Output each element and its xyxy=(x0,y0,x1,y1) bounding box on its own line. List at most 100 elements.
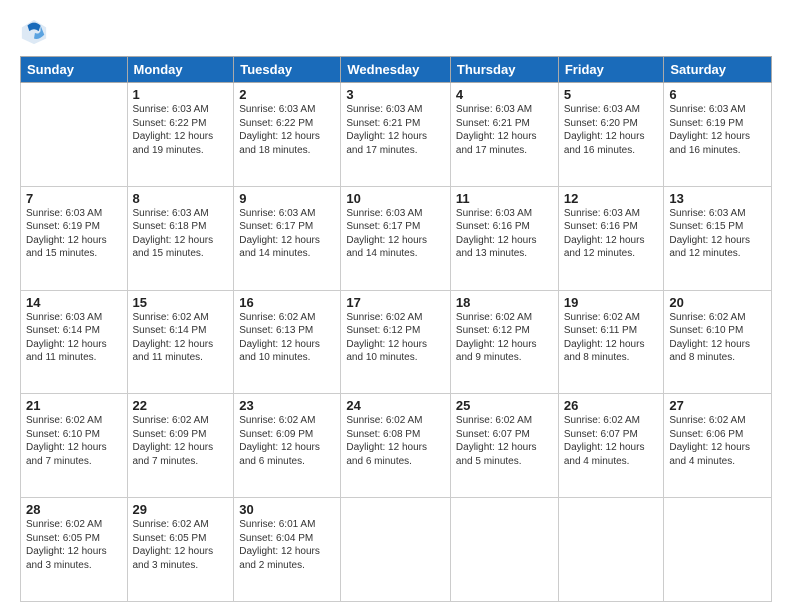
day-info: Sunrise: 6:03 AMSunset: 6:20 PMDaylight:… xyxy=(564,103,659,157)
day-number: 20 xyxy=(669,295,766,310)
day-number: 8 xyxy=(133,191,229,206)
day-info: Sunrise: 6:03 AMSunset: 6:19 PMDaylight:… xyxy=(669,103,766,157)
calendar-cell xyxy=(664,498,772,602)
logo-icon xyxy=(20,18,48,46)
day-info: Sunrise: 6:02 AMSunset: 6:11 PMDaylight:… xyxy=(564,311,659,365)
calendar-cell: 28 Sunrise: 6:02 AMSunset: 6:05 PMDaylig… xyxy=(21,498,128,602)
calendar-cell xyxy=(450,498,558,602)
day-info: Sunrise: 6:02 AMSunset: 6:13 PMDaylight:… xyxy=(239,311,335,365)
calendar-cell: 13 Sunrise: 6:03 AMSunset: 6:15 PMDaylig… xyxy=(664,186,772,290)
calendar-cell xyxy=(341,498,451,602)
day-info: Sunrise: 6:03 AMSunset: 6:22 PMDaylight:… xyxy=(133,103,229,157)
calendar-week-row: 28 Sunrise: 6:02 AMSunset: 6:05 PMDaylig… xyxy=(21,498,772,602)
day-info: Sunrise: 6:02 AMSunset: 6:12 PMDaylight:… xyxy=(346,311,445,365)
calendar-cell: 27 Sunrise: 6:02 AMSunset: 6:06 PMDaylig… xyxy=(664,394,772,498)
day-info: Sunrise: 6:02 AMSunset: 6:05 PMDaylight:… xyxy=(26,518,122,572)
day-number: 11 xyxy=(456,191,553,206)
day-info: Sunrise: 6:03 AMSunset: 6:14 PMDaylight:… xyxy=(26,311,122,365)
calendar-cell: 7 Sunrise: 6:03 AMSunset: 6:19 PMDayligh… xyxy=(21,186,128,290)
calendar-header-row: SundayMondayTuesdayWednesdayThursdayFrid… xyxy=(21,57,772,83)
calendar-day-header: Wednesday xyxy=(341,57,451,83)
day-info: Sunrise: 6:03 AMSunset: 6:19 PMDaylight:… xyxy=(26,207,122,261)
day-number: 27 xyxy=(669,398,766,413)
day-number: 23 xyxy=(239,398,335,413)
day-info: Sunrise: 6:02 AMSunset: 6:09 PMDaylight:… xyxy=(133,414,229,468)
day-info: Sunrise: 6:03 AMSunset: 6:16 PMDaylight:… xyxy=(456,207,553,261)
calendar-cell: 5 Sunrise: 6:03 AMSunset: 6:20 PMDayligh… xyxy=(558,83,664,187)
calendar-cell: 3 Sunrise: 6:03 AMSunset: 6:21 PMDayligh… xyxy=(341,83,451,187)
calendar-day-header: Sunday xyxy=(21,57,128,83)
day-info: Sunrise: 6:03 AMSunset: 6:22 PMDaylight:… xyxy=(239,103,335,157)
day-info: Sunrise: 6:03 AMSunset: 6:16 PMDaylight:… xyxy=(564,207,659,261)
calendar-cell: 26 Sunrise: 6:02 AMSunset: 6:07 PMDaylig… xyxy=(558,394,664,498)
day-number: 7 xyxy=(26,191,122,206)
day-number: 12 xyxy=(564,191,659,206)
day-number: 9 xyxy=(239,191,335,206)
calendar-cell: 1 Sunrise: 6:03 AMSunset: 6:22 PMDayligh… xyxy=(127,83,234,187)
day-info: Sunrise: 6:02 AMSunset: 6:08 PMDaylight:… xyxy=(346,414,445,468)
calendar-week-row: 7 Sunrise: 6:03 AMSunset: 6:19 PMDayligh… xyxy=(21,186,772,290)
day-info: Sunrise: 6:03 AMSunset: 6:17 PMDaylight:… xyxy=(346,207,445,261)
day-number: 30 xyxy=(239,502,335,517)
day-info: Sunrise: 6:03 AMSunset: 6:21 PMDaylight:… xyxy=(346,103,445,157)
calendar-cell xyxy=(558,498,664,602)
day-number: 15 xyxy=(133,295,229,310)
calendar-cell xyxy=(21,83,128,187)
calendar-cell: 12 Sunrise: 6:03 AMSunset: 6:16 PMDaylig… xyxy=(558,186,664,290)
day-number: 28 xyxy=(26,502,122,517)
day-number: 17 xyxy=(346,295,445,310)
page: SundayMondayTuesdayWednesdayThursdayFrid… xyxy=(0,0,792,612)
day-number: 25 xyxy=(456,398,553,413)
day-info: Sunrise: 6:02 AMSunset: 6:10 PMDaylight:… xyxy=(669,311,766,365)
calendar-cell: 24 Sunrise: 6:02 AMSunset: 6:08 PMDaylig… xyxy=(341,394,451,498)
day-number: 26 xyxy=(564,398,659,413)
calendar-day-header: Monday xyxy=(127,57,234,83)
day-number: 22 xyxy=(133,398,229,413)
day-number: 5 xyxy=(564,87,659,102)
calendar-cell: 30 Sunrise: 6:01 AMSunset: 6:04 PMDaylig… xyxy=(234,498,341,602)
calendar-table: SundayMondayTuesdayWednesdayThursdayFrid… xyxy=(20,56,772,602)
day-number: 24 xyxy=(346,398,445,413)
day-number: 6 xyxy=(669,87,766,102)
day-number: 10 xyxy=(346,191,445,206)
day-info: Sunrise: 6:03 AMSunset: 6:15 PMDaylight:… xyxy=(669,207,766,261)
day-info: Sunrise: 6:03 AMSunset: 6:18 PMDaylight:… xyxy=(133,207,229,261)
calendar-cell: 15 Sunrise: 6:02 AMSunset: 6:14 PMDaylig… xyxy=(127,290,234,394)
calendar-cell: 4 Sunrise: 6:03 AMSunset: 6:21 PMDayligh… xyxy=(450,83,558,187)
calendar-cell: 21 Sunrise: 6:02 AMSunset: 6:10 PMDaylig… xyxy=(21,394,128,498)
day-number: 19 xyxy=(564,295,659,310)
day-number: 13 xyxy=(669,191,766,206)
day-info: Sunrise: 6:03 AMSunset: 6:17 PMDaylight:… xyxy=(239,207,335,261)
calendar-cell: 16 Sunrise: 6:02 AMSunset: 6:13 PMDaylig… xyxy=(234,290,341,394)
calendar-cell: 22 Sunrise: 6:02 AMSunset: 6:09 PMDaylig… xyxy=(127,394,234,498)
calendar-cell: 14 Sunrise: 6:03 AMSunset: 6:14 PMDaylig… xyxy=(21,290,128,394)
calendar-day-header: Tuesday xyxy=(234,57,341,83)
header xyxy=(20,18,772,46)
calendar-cell: 20 Sunrise: 6:02 AMSunset: 6:10 PMDaylig… xyxy=(664,290,772,394)
calendar-week-row: 21 Sunrise: 6:02 AMSunset: 6:10 PMDaylig… xyxy=(21,394,772,498)
calendar-cell: 2 Sunrise: 6:03 AMSunset: 6:22 PMDayligh… xyxy=(234,83,341,187)
day-number: 4 xyxy=(456,87,553,102)
calendar-cell: 25 Sunrise: 6:02 AMSunset: 6:07 PMDaylig… xyxy=(450,394,558,498)
calendar-day-header: Thursday xyxy=(450,57,558,83)
day-info: Sunrise: 6:02 AMSunset: 6:06 PMDaylight:… xyxy=(669,414,766,468)
day-number: 1 xyxy=(133,87,229,102)
day-number: 16 xyxy=(239,295,335,310)
day-info: Sunrise: 6:02 AMSunset: 6:05 PMDaylight:… xyxy=(133,518,229,572)
day-info: Sunrise: 6:02 AMSunset: 6:10 PMDaylight:… xyxy=(26,414,122,468)
day-number: 3 xyxy=(346,87,445,102)
calendar-week-row: 1 Sunrise: 6:03 AMSunset: 6:22 PMDayligh… xyxy=(21,83,772,187)
calendar-cell: 29 Sunrise: 6:02 AMSunset: 6:05 PMDaylig… xyxy=(127,498,234,602)
calendar-cell: 19 Sunrise: 6:02 AMSunset: 6:11 PMDaylig… xyxy=(558,290,664,394)
calendar-day-header: Saturday xyxy=(664,57,772,83)
day-number: 14 xyxy=(26,295,122,310)
calendar-cell: 10 Sunrise: 6:03 AMSunset: 6:17 PMDaylig… xyxy=(341,186,451,290)
day-number: 18 xyxy=(456,295,553,310)
day-number: 29 xyxy=(133,502,229,517)
day-info: Sunrise: 6:03 AMSunset: 6:21 PMDaylight:… xyxy=(456,103,553,157)
calendar-cell: 23 Sunrise: 6:02 AMSunset: 6:09 PMDaylig… xyxy=(234,394,341,498)
day-info: Sunrise: 6:02 AMSunset: 6:09 PMDaylight:… xyxy=(239,414,335,468)
calendar-cell: 11 Sunrise: 6:03 AMSunset: 6:16 PMDaylig… xyxy=(450,186,558,290)
calendar-cell: 8 Sunrise: 6:03 AMSunset: 6:18 PMDayligh… xyxy=(127,186,234,290)
logo xyxy=(20,18,52,46)
